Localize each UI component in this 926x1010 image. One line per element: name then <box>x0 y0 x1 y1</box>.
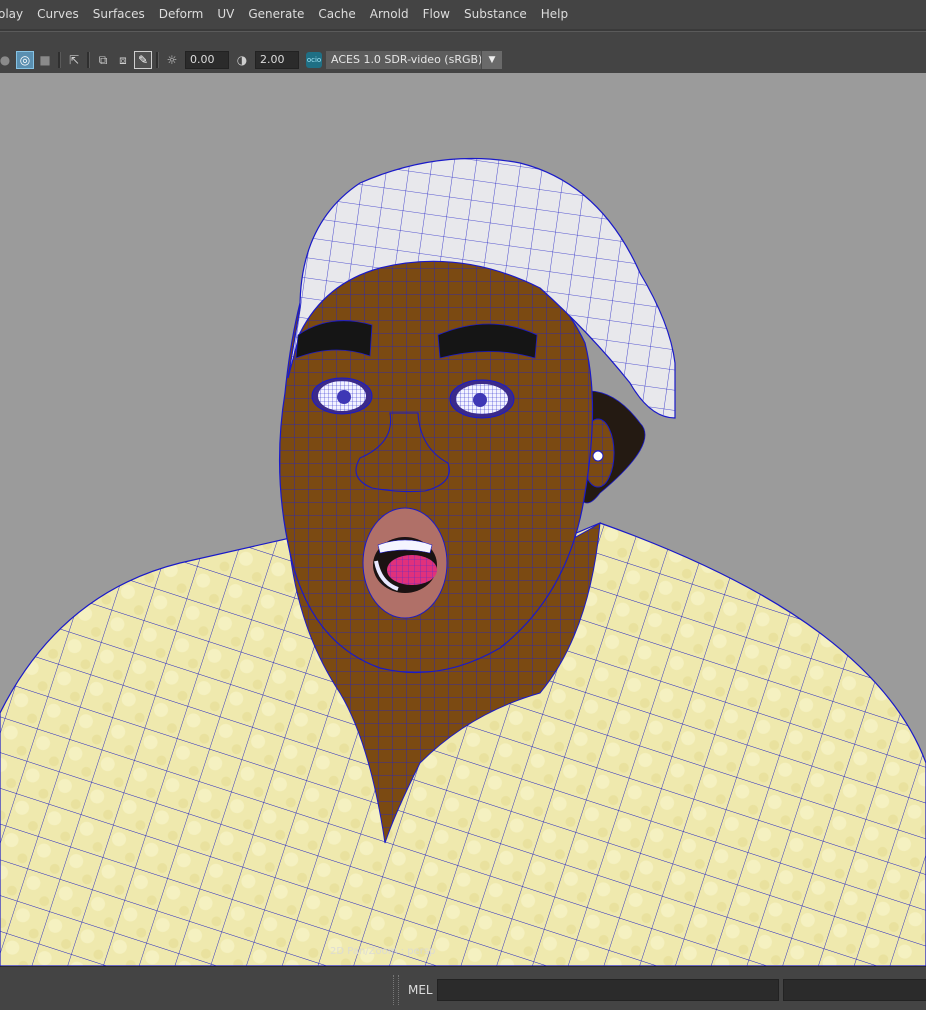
menu-bar: olay Curves Surfaces Deform UV Generate … <box>0 0 926 28</box>
select-camera-icon[interactable]: ⇱ <box>65 51 83 69</box>
menu-substance[interactable]: Substance <box>457 0 534 28</box>
menu-arnold[interactable]: Arnold <box>363 0 416 28</box>
toolbar-divider <box>58 52 61 68</box>
command-result-field <box>783 979 926 1001</box>
menu-surfaces[interactable]: Surfaces <box>86 0 152 28</box>
menu-generate[interactable]: Generate <box>241 0 311 28</box>
gamma-field[interactable]: 2.00 <box>255 51 299 69</box>
xray-icon[interactable]: ■ <box>36 51 54 69</box>
script-language-toggle[interactable]: MEL <box>408 983 433 997</box>
exposure-icon[interactable]: ☼ <box>163 51 181 69</box>
grease-pencil-icon[interactable]: ✎ <box>134 51 152 69</box>
menu-flow[interactable]: Flow <box>416 0 457 28</box>
menu-help[interactable]: Help <box>534 0 575 28</box>
viewport-toolbar: ● ◎ ■ ⇱ ⧉ ⧈ ✎ ☼ 0.00 ◑ 2.00 ocio ACES 1.… <box>0 47 926 73</box>
toolbar-divider <box>87 52 90 68</box>
menu-separator <box>0 29 926 32</box>
menu-display[interactable]: olay <box>0 0 30 28</box>
command-line-bar: MEL <box>0 966 926 1010</box>
resolution-gate-icon[interactable]: ⧉ <box>94 51 112 69</box>
chevron-down-icon[interactable]: ▼ <box>481 51 502 69</box>
toolbar-divider <box>156 52 159 68</box>
gamma-icon[interactable]: ◑ <box>233 51 251 69</box>
view-transform-dropdown[interactable]: ACES 1.0 SDR-video (sRGB) ▼ <box>326 51 502 69</box>
menu-deform[interactable]: Deform <box>152 0 211 28</box>
menu-uv[interactable]: UV <box>210 0 241 28</box>
viewport-3d[interactable]: 2D Pan/Zoom : persp <box>0 73 926 966</box>
menu-cache[interactable]: Cache <box>311 0 362 28</box>
shading-ball-icon[interactable]: ● <box>0 51 14 69</box>
isolate-select-icon[interactable]: ◎ <box>16 51 34 69</box>
splitter-handle[interactable] <box>393 975 399 1005</box>
film-gate-icon[interactable]: ⧈ <box>114 51 132 69</box>
color-management-icon[interactable]: ocio <box>306 52 322 68</box>
viewport-hud-label: 2D Pan/Zoom : persp <box>330 946 436 957</box>
command-input[interactable] <box>437 979 779 1001</box>
character-render <box>0 157 926 966</box>
exposure-field[interactable]: 0.00 <box>185 51 229 69</box>
view-transform-value: ACES 1.0 SDR-video (sRGB) <box>331 53 483 66</box>
menu-curves[interactable]: Curves <box>30 0 86 28</box>
